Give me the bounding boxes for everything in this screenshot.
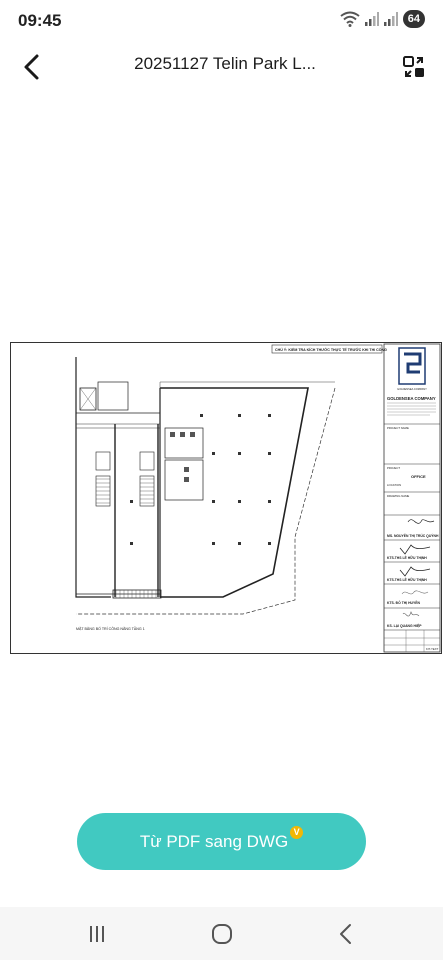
nav-back-button[interactable] [326, 921, 366, 947]
signature-4: KTS. ĐỖ THỊ HUYỀN [387, 600, 421, 605]
convert-format-button[interactable] [397, 50, 431, 84]
recent-apps-icon [90, 926, 104, 942]
project-label: PROJECT NAME [387, 426, 409, 430]
status-icons: 64 [340, 10, 425, 28]
location-label: LOCATION [387, 483, 401, 487]
wifi-icon [340, 11, 360, 27]
signature-1: MS. NGUYỄN THỊ TRÚC QUỲNH [387, 533, 439, 538]
drawing-note: CHÚ Ý: KIỂM TRA KÍCH THƯỚC THỰC TẾ TRƯỚC… [275, 347, 387, 352]
project-name-label: PROJECT [387, 466, 400, 470]
system-navigation-bar [0, 907, 443, 960]
convert-icon [403, 56, 424, 77]
signal-icon [364, 12, 379, 26]
status-time: 09:45 [18, 11, 62, 30]
sheet-number: KIT-TEXT [426, 647, 439, 651]
logo-caption: GOLDENSEA COMPANY [397, 387, 427, 391]
drawing-name: OFFICE [411, 474, 426, 479]
pdf-to-dwg-button[interactable]: Từ PDF sang DWG V [77, 813, 366, 870]
recent-apps-button[interactable] [77, 921, 117, 947]
back-button[interactable] [14, 50, 48, 84]
back-icon [340, 924, 351, 944]
signature-2: KTS.THS LÊ HỮU THỊNH [387, 555, 427, 560]
status-bar: 09:45 64 [0, 0, 443, 42]
document-viewer[interactable]: MẶT BẰNG BỐ TRÍ CÔNG NĂNG TẦNG 1 CHÚ Ý: … [0, 90, 443, 905]
home-icon [212, 924, 232, 944]
pdf-to-dwg-label: Từ PDF sang DWG [139, 831, 289, 851]
signature-3: KTS.THS LÊ HỮU THỊNH [387, 577, 427, 582]
drawing-sheet[interactable]: MẶT BẰNG BỐ TRÍ CÔNG NĂNG TẦNG 1 CHÚ Ý: … [10, 342, 442, 654]
company-name: GOLDENSEA COMPANY [387, 396, 436, 401]
signal-icon [383, 12, 398, 26]
plan-label: MẶT BẰNG BỐ TRÍ CÔNG NĂNG TẦNG 1 [76, 626, 145, 631]
app-bar: 20251127 Telin Park L... [0, 42, 443, 90]
premium-badge-icon: V [290, 826, 304, 839]
battery-icon: 64 [402, 10, 425, 28]
drawing-title-label: DRAWING NAME [387, 494, 409, 498]
document-title: 20251127 Telin Park L... [134, 54, 316, 73]
signature-5: KS. LẠI QUANG HIỆP [387, 623, 422, 628]
home-button[interactable] [202, 921, 242, 947]
chevron-left-icon [24, 54, 39, 80]
